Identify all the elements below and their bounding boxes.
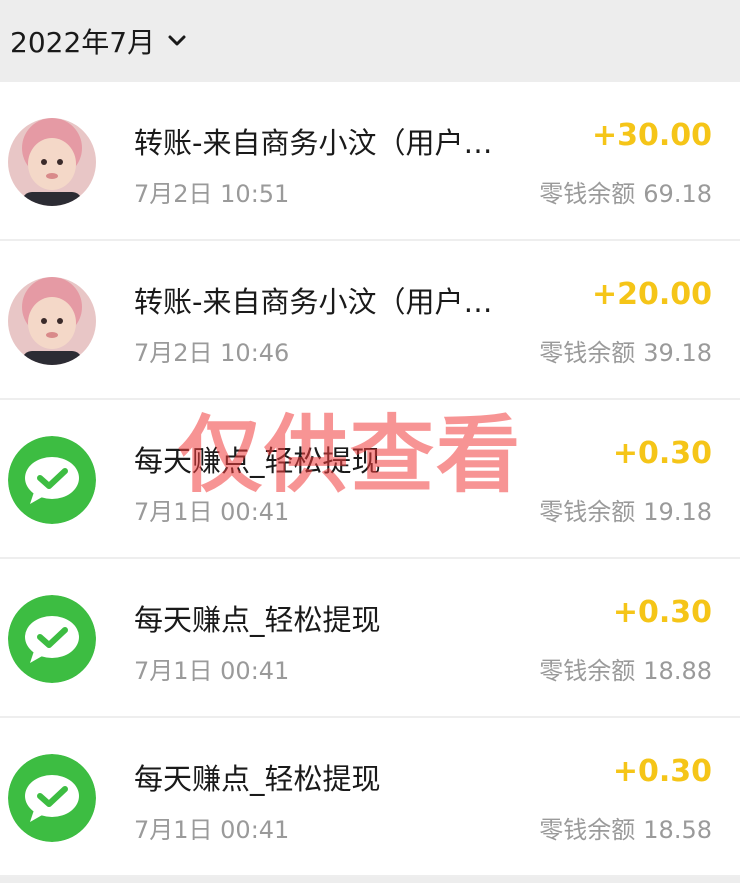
transaction-title: 每天赚点_轻松提现 bbox=[134, 444, 381, 478]
balance-value: 18.88 bbox=[643, 657, 712, 685]
transaction-row[interactable]: 每天赚点_轻松提现 7月1日 00:41 +0.30 零钱余额 18.88 bbox=[0, 559, 740, 718]
wallet-page: 2022年7月 转账-来自商务小汶（用户… 7月2日 10:51 +30.00 … bbox=[0, 0, 740, 883]
transaction-list: 转账-来自商务小汶（用户… 7月2日 10:51 +30.00 零钱余额 69.1… bbox=[0, 82, 740, 877]
transaction-title: 每天赚点_轻松提现 bbox=[134, 762, 381, 796]
wechat-icon bbox=[8, 595, 96, 683]
transaction-time: 7月1日 00:41 bbox=[134, 498, 290, 526]
balance-value: 39.18 bbox=[643, 339, 712, 367]
transaction-row[interactable]: 每天赚点_轻松提现 7月1日 00:41 +0.30 零钱余额 19.18 bbox=[0, 400, 740, 559]
transaction-title: 转账-来自商务小汶（用户… bbox=[134, 285, 493, 319]
transaction-title: 转账-来自商务小汶（用户… bbox=[134, 126, 493, 160]
balance-label: 零钱余额 bbox=[539, 498, 636, 526]
avatar bbox=[8, 436, 96, 524]
transaction-time: 7月2日 10:46 bbox=[134, 339, 290, 367]
transaction-amount: +30.00 bbox=[591, 118, 712, 153]
child-photo-icon bbox=[8, 277, 96, 365]
month-selector[interactable]: 2022年7月 bbox=[0, 0, 740, 82]
chevron-down-icon bbox=[168, 35, 186, 46]
balance-value: 18.58 bbox=[643, 816, 712, 844]
balance-label: 零钱余额 bbox=[539, 816, 636, 844]
balance-info: 零钱余额 18.88 bbox=[539, 651, 712, 686]
avatar bbox=[8, 754, 96, 842]
balance-value: 19.18 bbox=[643, 498, 712, 526]
child-photo-icon bbox=[8, 118, 96, 206]
transaction-time: 7月2日 10:51 bbox=[134, 180, 290, 208]
balance-info: 零钱余额 19.18 bbox=[539, 492, 712, 527]
transaction-title: 每天赚点_轻松提现 bbox=[134, 603, 381, 637]
avatar bbox=[8, 118, 96, 206]
transaction-row[interactable]: 每天赚点_轻松提现 7月1日 00:41 +0.30 零钱余额 18.58 bbox=[0, 718, 740, 877]
wechat-icon bbox=[8, 754, 96, 842]
balance-label: 零钱余额 bbox=[539, 180, 636, 208]
transaction-time: 7月1日 00:41 bbox=[134, 816, 290, 844]
balance-label: 零钱余额 bbox=[539, 339, 636, 367]
wechat-icon bbox=[8, 436, 96, 524]
transaction-time: 7月1日 00:41 bbox=[134, 657, 290, 685]
balance-value: 69.18 bbox=[643, 180, 712, 208]
avatar bbox=[8, 595, 96, 683]
transaction-amount: +0.30 bbox=[612, 754, 712, 789]
avatar bbox=[8, 277, 96, 365]
transaction-amount: +20.00 bbox=[591, 277, 712, 312]
balance-info: 零钱余额 69.18 bbox=[539, 174, 712, 209]
transaction-amount: +0.30 bbox=[612, 595, 712, 630]
balance-info: 零钱余额 39.18 bbox=[539, 333, 712, 368]
transaction-amount: +0.30 bbox=[612, 436, 712, 471]
transaction-row[interactable]: 转账-来自商务小汶（用户… 7月2日 10:46 +20.00 零钱余额 39.1… bbox=[0, 241, 740, 400]
transaction-row[interactable]: 转账-来自商务小汶（用户… 7月2日 10:51 +30.00 零钱余额 69.1… bbox=[0, 82, 740, 241]
balance-label: 零钱余额 bbox=[539, 657, 636, 685]
month-label: 2022年7月 bbox=[10, 26, 156, 59]
balance-info: 零钱余额 18.58 bbox=[539, 810, 712, 845]
